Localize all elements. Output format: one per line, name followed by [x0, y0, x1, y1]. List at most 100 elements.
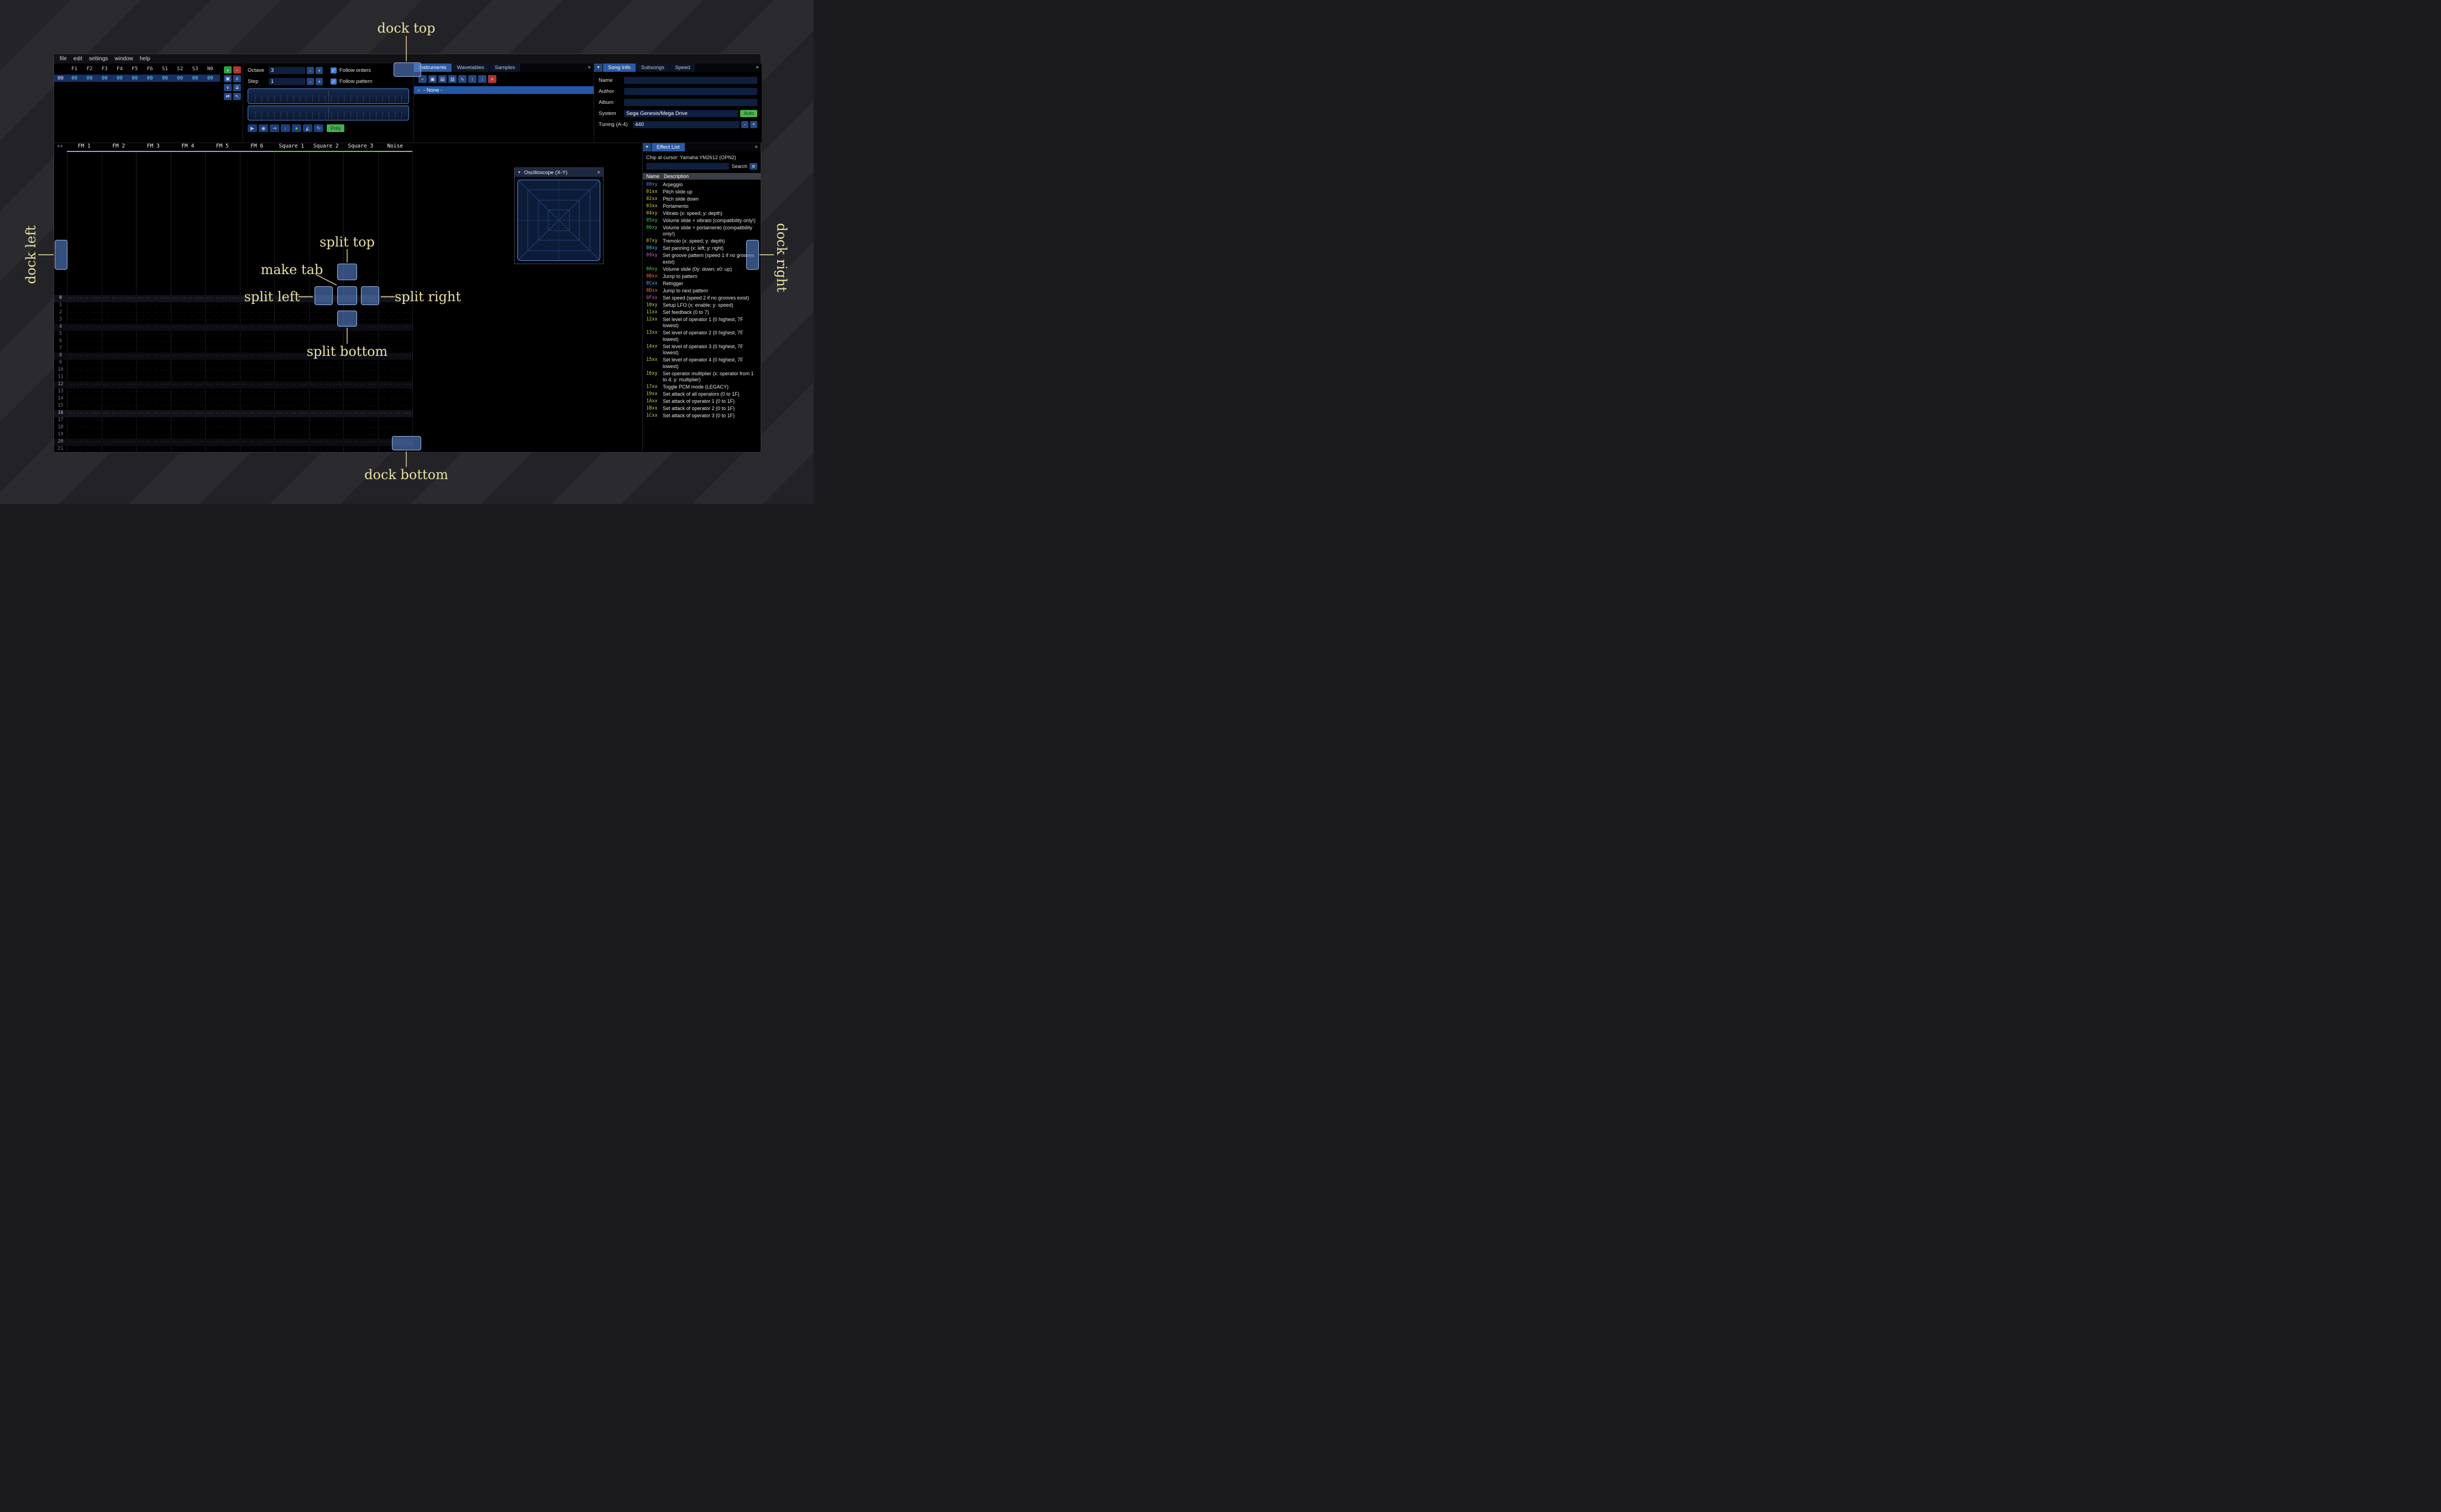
pattern-cell[interactable]: ... .. .. .... — [67, 403, 102, 410]
pattern-cell[interactable]: ... .. .. .... — [309, 446, 344, 452]
effect-item[interactable]: 10xy Setup LFO (x: enable; y: speed) — [646, 302, 758, 309]
piano-upper-octaves[interactable] — [248, 88, 409, 104]
order-value[interactable]: 00 — [142, 76, 157, 81]
effect-item[interactable]: 06xy Volume slide + portamento (compatibi… — [646, 225, 758, 238]
pattern-cell[interactable]: ... .. .. .... — [240, 367, 275, 374]
tab-song-info[interactable]: Song Info — [603, 64, 636, 72]
pattern-cell[interactable]: ... .. .. .... — [136, 353, 171, 360]
tab-effect-list[interactable]: Effect List — [652, 143, 685, 151]
channel-header-fm-1[interactable]: FM 1 — [67, 143, 102, 152]
album-input[interactable] — [624, 98, 757, 106]
pattern-cell[interactable]: ... .. .. .... — [67, 432, 102, 439]
pattern-cell[interactable]: ... .. .. .... — [205, 389, 240, 396]
pattern-cell[interactable]: ... .. .. .... — [309, 381, 344, 389]
pattern-cell[interactable]: ... .. .. .... — [171, 338, 206, 345]
effect-item[interactable]: 05xy Volume slide + vibrato (compatibilit… — [646, 218, 758, 224]
pattern-cell[interactable]: ... .. .. .... — [171, 324, 206, 331]
effect-item[interactable]: 1Cxx Set attack of operator 3 (0 to 1F) — [646, 413, 758, 419]
follow-orders-checkbox[interactable]: ✓ — [331, 67, 337, 74]
split-bottom-target[interactable] — [337, 311, 357, 327]
effect-item[interactable]: 07xy Tremolo (x: speed; y: depth) — [646, 238, 758, 245]
pattern-cell[interactable]: ... .. .. .... — [171, 410, 206, 417]
pattern-cell[interactable]: ... .. .. .... — [309, 439, 344, 446]
pattern-cell[interactable]: ... .. .. .... — [274, 446, 309, 452]
pattern-cell[interactable]: ... .. .. .... — [171, 331, 206, 338]
pattern-cell[interactable]: ... .. .. .... — [205, 439, 240, 446]
pattern-cell[interactable]: ... .. .. .... — [274, 410, 309, 417]
pattern-cell[interactable]: ... .. .. .... — [240, 389, 275, 396]
effect-item[interactable]: 13xx Set level of operator 2 (0 highest, … — [646, 330, 758, 343]
pattern-cell[interactable]: ... .. .. .... — [274, 309, 309, 317]
duplicate-instrument-button[interactable]: ▣ — [428, 75, 437, 83]
pattern-cell[interactable]: ... .. .. .... — [205, 374, 240, 381]
order-value[interactable]: 00 — [172, 76, 187, 81]
metronome-button[interactable]: ◭ — [303, 124, 312, 132]
pattern-cell[interactable]: ... .. .. .... — [102, 338, 137, 345]
pattern-cell[interactable]: ... .. .. .... — [274, 367, 309, 374]
effect-item[interactable]: 1Axx Set attack of operator 1 (0 to 1F) — [646, 398, 758, 405]
pattern-cell[interactable]: ... .. .. .... — [136, 295, 171, 302]
menu-file[interactable]: file — [60, 56, 67, 62]
pattern-cell[interactable]: ... .. .. .... — [240, 396, 275, 403]
channel-header-fm-6[interactable]: FM 6 — [239, 143, 274, 152]
tuning-increase-button[interactable]: + — [750, 120, 757, 128]
pattern-cell[interactable]: ... .. .. .... — [274, 338, 309, 345]
pattern-cell[interactable]: ... .. .. .... — [136, 338, 171, 345]
pattern-cell[interactable]: ... .. .. .... — [67, 360, 102, 367]
pattern-cell[interactable]: ... .. .. .... — [240, 345, 275, 353]
move-order-down-button[interactable]: ∨ — [224, 84, 232, 91]
pattern-cell[interactable]: ... .. .. .... — [205, 446, 240, 452]
pattern-cell[interactable]: ... .. .. .... — [67, 302, 102, 309]
pattern-cell[interactable]: ... .. .. .... — [309, 374, 344, 381]
pattern-cell[interactable]: ... .. .. .... — [343, 331, 378, 338]
pattern-cell[interactable]: ... .. .. .... — [309, 389, 344, 396]
pattern-cell[interactable]: ... .. .. .... — [274, 374, 309, 381]
order-value[interactable]: 00 — [127, 76, 142, 81]
order-value[interactable]: 00 — [82, 76, 97, 81]
pattern-cell[interactable]: ... .. .. .... — [343, 374, 378, 381]
pattern-cell[interactable]: ... .. .. .... — [378, 417, 413, 424]
order-value[interactable]: 00 — [112, 76, 127, 81]
pattern-cell[interactable]: ... .. .. .... — [378, 331, 413, 338]
close-oscilloscope-button[interactable]: × — [597, 170, 600, 176]
pattern-cell[interactable]: ... .. .. .... — [309, 360, 344, 367]
pattern-cell[interactable]: ... .. .. .... — [343, 410, 378, 417]
pattern-cell[interactable]: ... .. .. .... — [309, 417, 344, 424]
pattern-cell[interactable]: ... .. .. .... — [205, 381, 240, 389]
pattern-cell[interactable]: ... .. .. .... — [102, 317, 137, 324]
dock-bottom-target[interactable] — [392, 436, 421, 450]
effect-item[interactable]: 14xx Set level of operator 3 (0 highest, … — [646, 344, 758, 356]
pattern-cell[interactable]: ... .. .. .... — [171, 439, 206, 446]
pattern-cell[interactable]: ... .. .. .... — [102, 432, 137, 439]
effect-list-menu-button[interactable]: ≡ — [750, 163, 757, 170]
pattern-cell[interactable]: ... .. .. .... — [102, 439, 137, 446]
pattern-cell[interactable]: ... .. .. .... — [171, 374, 206, 381]
pattern-cell[interactable]: ... .. .. .... — [205, 403, 240, 410]
pattern-cell[interactable]: ... .. .. .... — [343, 424, 378, 432]
pattern-cell[interactable]: ... .. .. .... — [274, 396, 309, 403]
pattern-cell[interactable]: ... .. .. .... — [205, 295, 240, 302]
instrument-list-item[interactable]: ○ - None - — [414, 86, 594, 94]
pattern-cell[interactable]: ... .. .. .... — [309, 432, 344, 439]
effect-item[interactable]: 03xx Portamento — [646, 203, 758, 210]
add-order-button[interactable]: + — [224, 66, 232, 74]
effect-item[interactable]: 0Fxx Set speed (speed 2 if no grooves exi… — [646, 295, 758, 302]
step-row-button[interactable]: ↓ — [281, 124, 290, 132]
pattern-cell[interactable]: ... .. .. .... — [67, 367, 102, 374]
effect-search-input[interactable] — [646, 163, 730, 170]
octave-decrease-button[interactable]: - — [307, 67, 314, 74]
order-value[interactable]: 00 — [67, 76, 82, 81]
pattern-cell[interactable]: ... .. .. .... — [378, 410, 413, 417]
pattern-cell[interactable]: ... .. .. .... — [240, 317, 275, 324]
tab-wavetables[interactable]: Wavetables — [452, 64, 489, 72]
effect-item[interactable]: 00xy Arpeggio — [646, 182, 758, 188]
pattern-cell[interactable]: ... .. .. .... — [240, 353, 275, 360]
pattern-cell[interactable]: ... .. .. .... — [343, 389, 378, 396]
channel-header-fm-2[interactable]: FM 2 — [101, 143, 136, 152]
pattern-cell[interactable]: ... .. .. .... — [171, 345, 206, 353]
pattern-cell[interactable]: ... .. .. .... — [274, 345, 309, 353]
pattern-cell[interactable]: ... .. .. .... — [67, 345, 102, 353]
pattern-cell[interactable]: ... .. .. .... — [67, 424, 102, 432]
play-pattern-button[interactable]: ⇥ — [270, 124, 279, 132]
pattern-cell[interactable]: ... .. .. .... — [171, 424, 206, 432]
